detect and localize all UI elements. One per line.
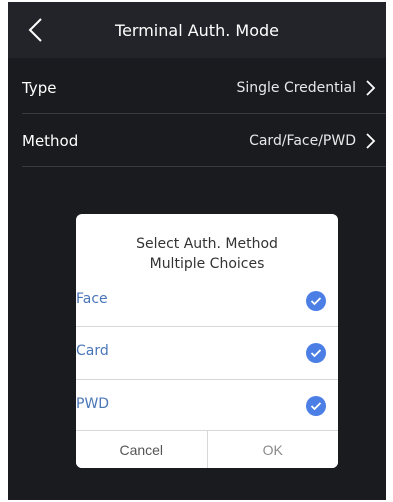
option-label: Face: [76, 291, 108, 307]
option-card[interactable]: Card: [76, 327, 338, 379]
dialog-title-line2: Multiple Choices: [149, 256, 265, 272]
cancel-button[interactable]: Cancel: [76, 431, 207, 468]
checkmark-icon[interactable]: [306, 343, 326, 363]
row-divider: [22, 166, 386, 167]
type-label: Type: [22, 79, 57, 97]
option-face[interactable]: Face: [76, 275, 338, 327]
terminal-auth-mode-screen: Terminal Auth. Mode Type Single Credenti…: [8, 2, 386, 500]
chevron-right-icon: [360, 131, 380, 151]
auth-method-dialog: Select Auth. Method Multiple Choices Fac…: [76, 214, 338, 468]
checkmark-icon[interactable]: [306, 291, 326, 311]
back-button[interactable]: [16, 10, 56, 50]
method-label: Method: [22, 132, 79, 150]
ok-button[interactable]: OK: [206, 431, 338, 468]
header-bar: Terminal Auth. Mode: [8, 2, 386, 58]
type-value: Single Credential: [236, 80, 356, 96]
chevron-right-icon: [360, 78, 380, 98]
option-label: PWD: [76, 396, 110, 412]
page-title: Terminal Auth. Mode: [115, 20, 279, 40]
checkmark-icon[interactable]: [306, 396, 326, 416]
method-row[interactable]: Method Card/Face/PWD: [8, 114, 386, 168]
option-label: Card: [76, 343, 109, 359]
dialog-button-row: Cancel OK: [76, 430, 338, 468]
option-pwd[interactable]: PWD: [76, 380, 338, 432]
dialog-title: Select Auth. Method Multiple Choices: [76, 234, 338, 274]
chevron-left-icon: [28, 18, 42, 42]
type-row[interactable]: Type Single Credential: [8, 61, 386, 115]
dialog-title-line1: Select Auth. Method: [136, 236, 278, 252]
method-value: Card/Face/PWD: [249, 133, 356, 149]
